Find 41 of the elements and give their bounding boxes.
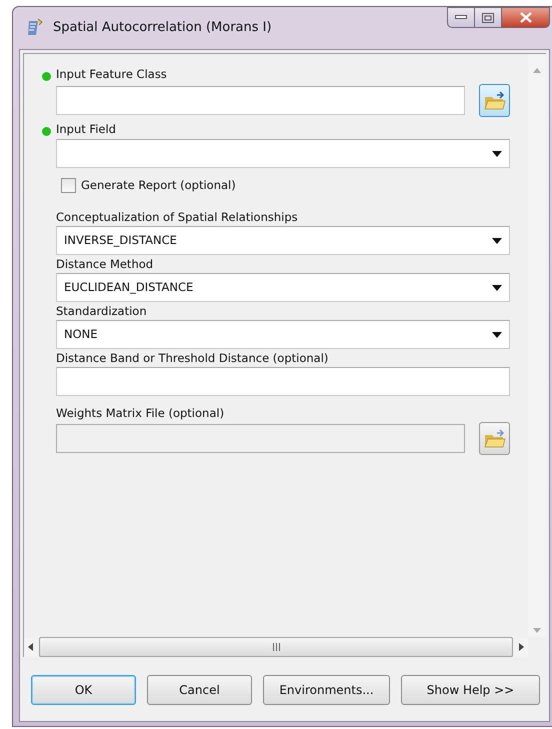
scroll-up-icon[interactable] xyxy=(533,68,541,73)
path-field[interactable] xyxy=(56,86,465,115)
field-label: Standardization xyxy=(56,302,147,320)
dropdown[interactable]: EUCLIDEAN_DISTANCE xyxy=(56,273,510,302)
browse-button[interactable] xyxy=(479,84,510,117)
field-label: Weights Matrix File (optional) xyxy=(56,404,224,422)
window-title: Spatial Autocorrelation (Morans I) xyxy=(53,19,272,38)
field-label: Distance Method xyxy=(56,256,154,273)
folder-icon xyxy=(484,90,506,110)
minimize-icon xyxy=(455,15,467,20)
scroll-left-icon[interactable] xyxy=(28,643,33,651)
dropdown-caret-icon[interactable] xyxy=(492,238,502,244)
checkbox-label: Generate Report (optional) xyxy=(81,177,236,194)
dropdown-value: NONE xyxy=(64,326,98,344)
maximize-button[interactable] xyxy=(475,7,502,28)
close-icon xyxy=(520,12,532,23)
field-label: Input Field xyxy=(56,121,116,138)
checkbox[interactable] xyxy=(61,178,76,194)
dropdown[interactable]: INVERSE_DISTANCE xyxy=(56,226,510,256)
text-field[interactable] xyxy=(56,367,510,396)
dialog-button[interactable]: Environments... xyxy=(263,675,390,705)
close-button[interactable] xyxy=(502,7,550,28)
dropdown-caret-icon[interactable] xyxy=(492,332,502,338)
dropdown-value: EUCLIDEAN_DISTANCE xyxy=(64,279,194,296)
field-label: Distance Band or Threshold Distance (optional) xyxy=(56,350,328,367)
dialog-button[interactable]: Cancel xyxy=(147,675,252,705)
dropdown[interactable]: NONE xyxy=(56,320,510,350)
scrollbar-thumb[interactable] xyxy=(39,637,513,657)
dialog-button[interactable]: OK xyxy=(31,675,136,705)
dropdown-caret-icon[interactable] xyxy=(492,284,502,291)
scroll-down-icon[interactable] xyxy=(533,628,541,633)
browse-button[interactable] xyxy=(479,422,510,456)
field-label: Input Feature Class xyxy=(56,66,167,84)
field-label: Conceptualization of Spatial Relationships xyxy=(56,208,298,226)
maximize-icon xyxy=(482,12,494,22)
dropdown-caret-icon[interactable] xyxy=(492,150,502,156)
dialog-button[interactable]: Show Help >> xyxy=(401,675,540,705)
minimize-button[interactable] xyxy=(447,7,475,28)
scroll-right-icon[interactable] xyxy=(519,643,524,651)
dropdown-value: INVERSE_DISTANCE xyxy=(64,232,177,250)
folder-icon xyxy=(484,428,506,449)
